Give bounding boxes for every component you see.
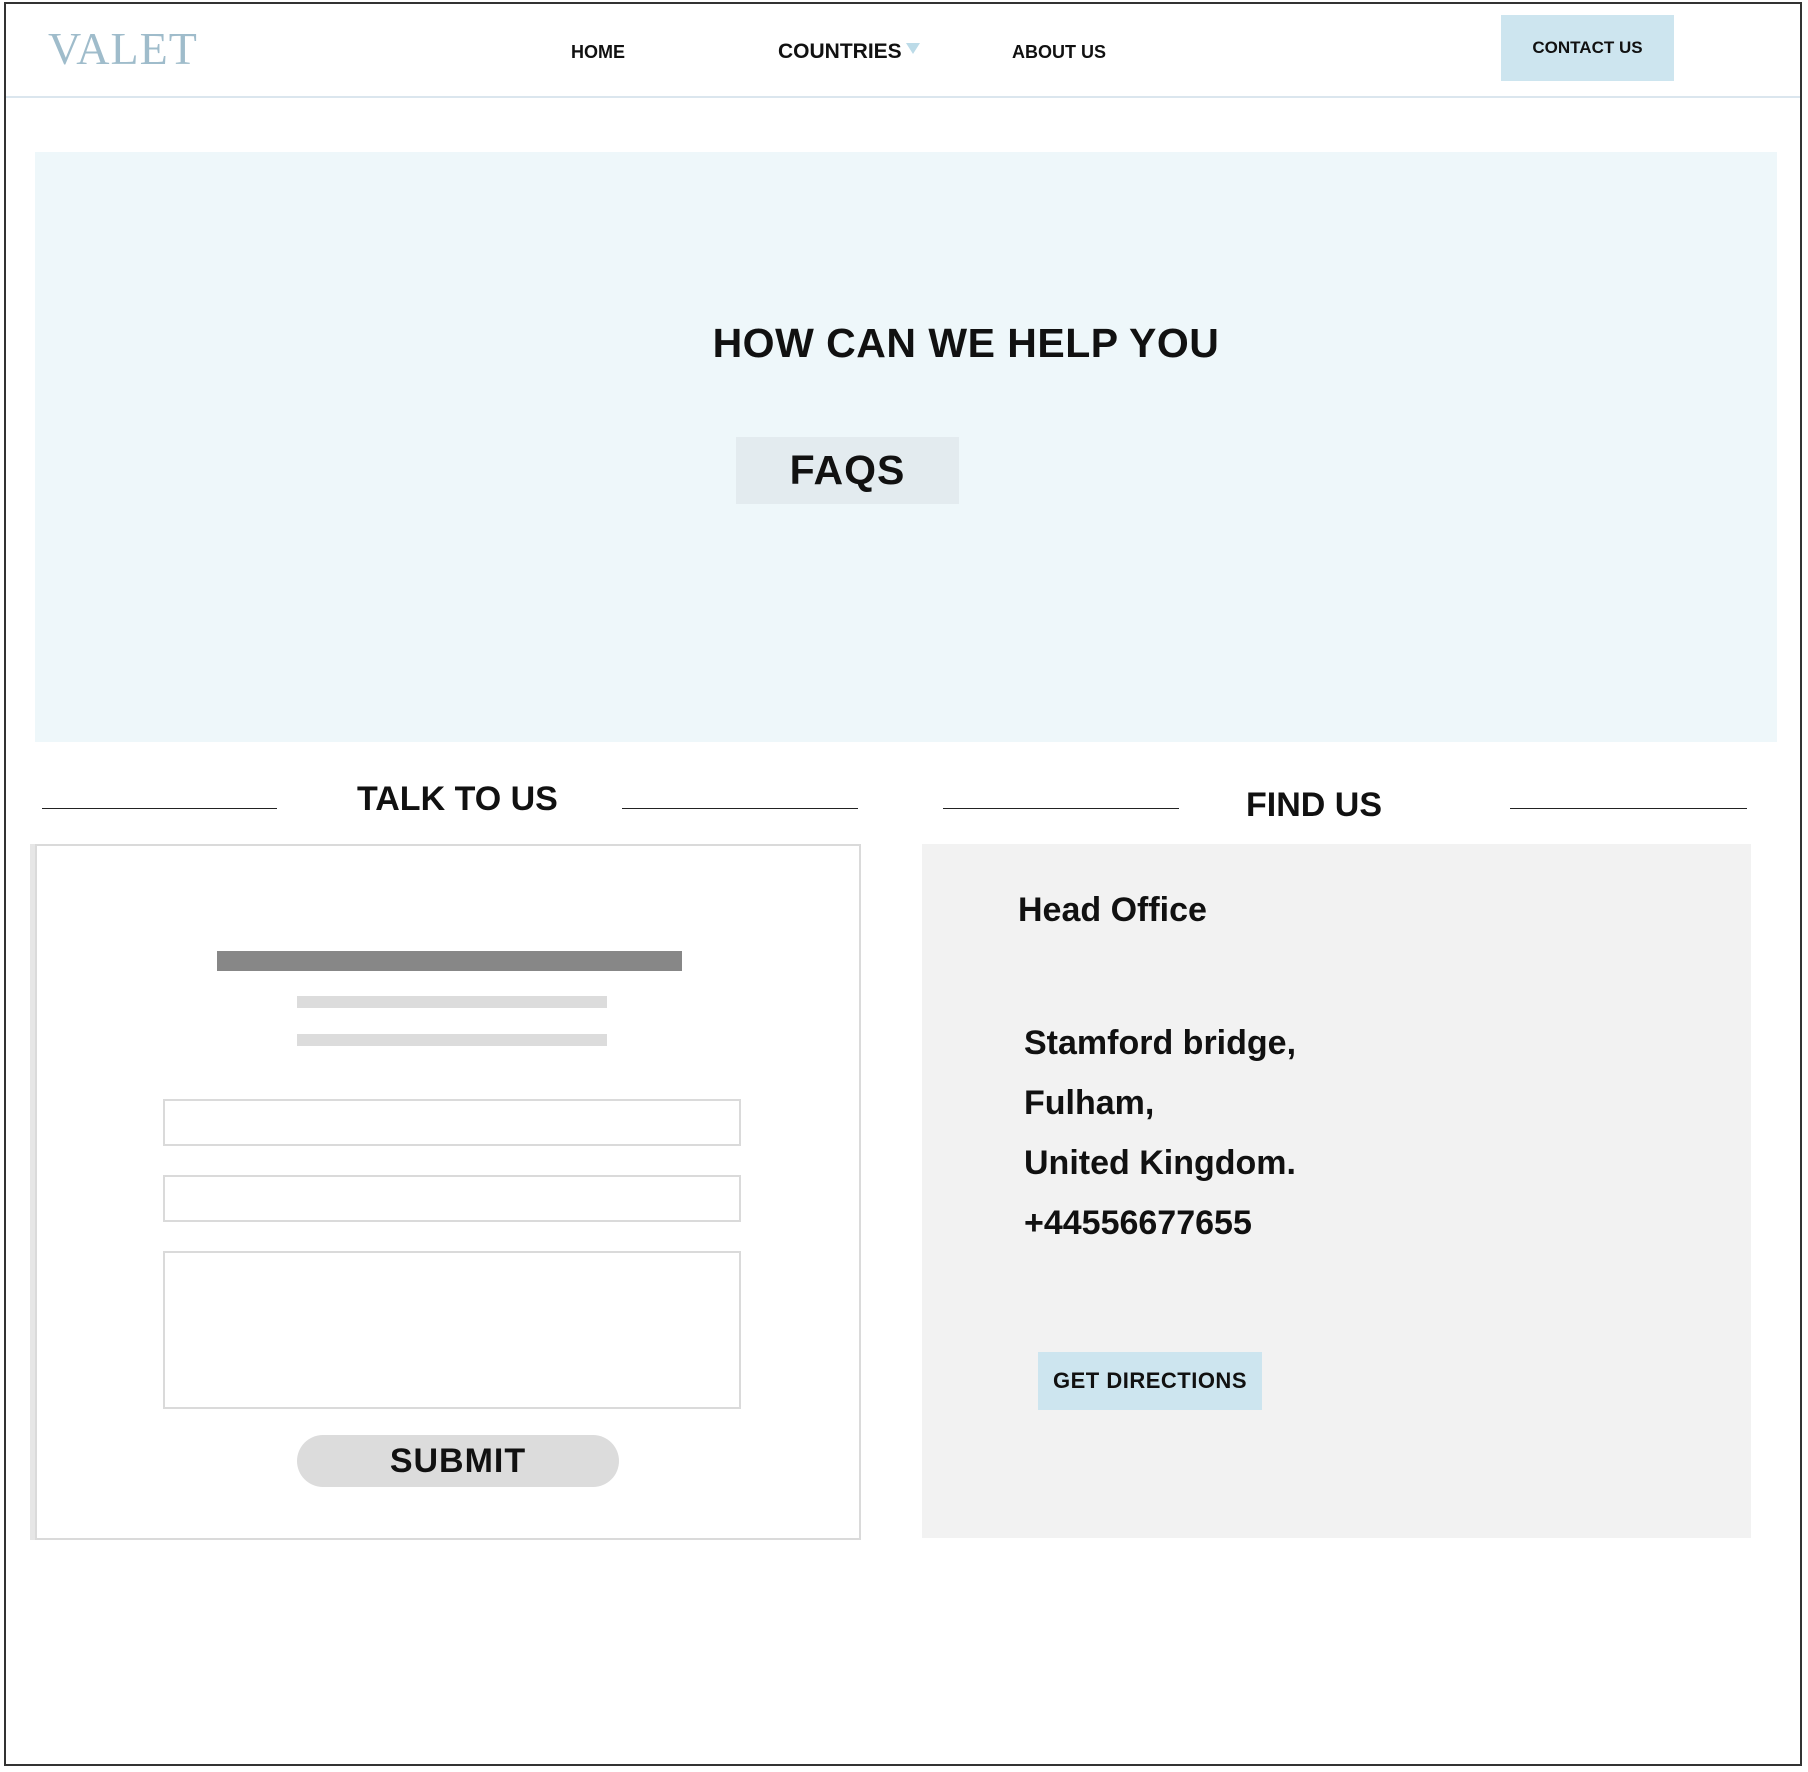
head-office-label: Head Office [1018,891,1207,929]
form-heading-placeholder [217,951,682,971]
get-directions-button[interactable]: GET DIRECTIONS [1038,1352,1262,1410]
hero-title: HOW CAN WE HELP YOU [712,320,1220,366]
form-text-placeholder [297,996,607,1008]
address-line: Fulham, [1024,1084,1155,1122]
nav-home[interactable]: HOME [571,42,625,63]
submit-button[interactable]: SUBMIT [297,1435,619,1487]
caret-down-icon [905,43,920,54]
email-field[interactable] [163,1175,741,1222]
contact-us-button[interactable]: CONTACT US [1501,15,1674,81]
contact-form: SUBMIT [35,844,861,1540]
page-frame: VALET HOME COUNTRIES ABOUT US CONTACT US… [4,2,1802,1766]
nav-countries[interactable]: COUNTRIES [778,40,920,64]
nav-countries-label: COUNTRIES [778,40,902,63]
phone-number[interactable]: +44556677655 [1024,1204,1252,1243]
address-line: Stamford bridge, [1024,1024,1297,1062]
site-header: VALET HOME COUNTRIES ABOUT US CONTACT US [6,4,1800,98]
divider-line [42,808,277,809]
nav-about[interactable]: ABOUT US [1012,42,1106,63]
divider-line [943,808,1179,809]
hero-banner: HOW CAN WE HELP YOU FAQS [35,152,1777,742]
message-field[interactable] [163,1251,741,1409]
find-us-panel: Head Office Stamford bridge, Fulham, Uni… [922,844,1751,1538]
talk-to-us-title: TALK TO US [357,780,558,818]
address-line: United Kingdom. [1024,1144,1296,1182]
form-text-placeholder [297,1034,607,1046]
divider-line [1510,808,1747,809]
faqs-button[interactable]: FAQS [736,437,959,504]
logo[interactable]: VALET [48,22,198,75]
divider-line [622,808,858,809]
find-us-title: FIND US [1246,786,1382,824]
name-field[interactable] [163,1099,741,1146]
